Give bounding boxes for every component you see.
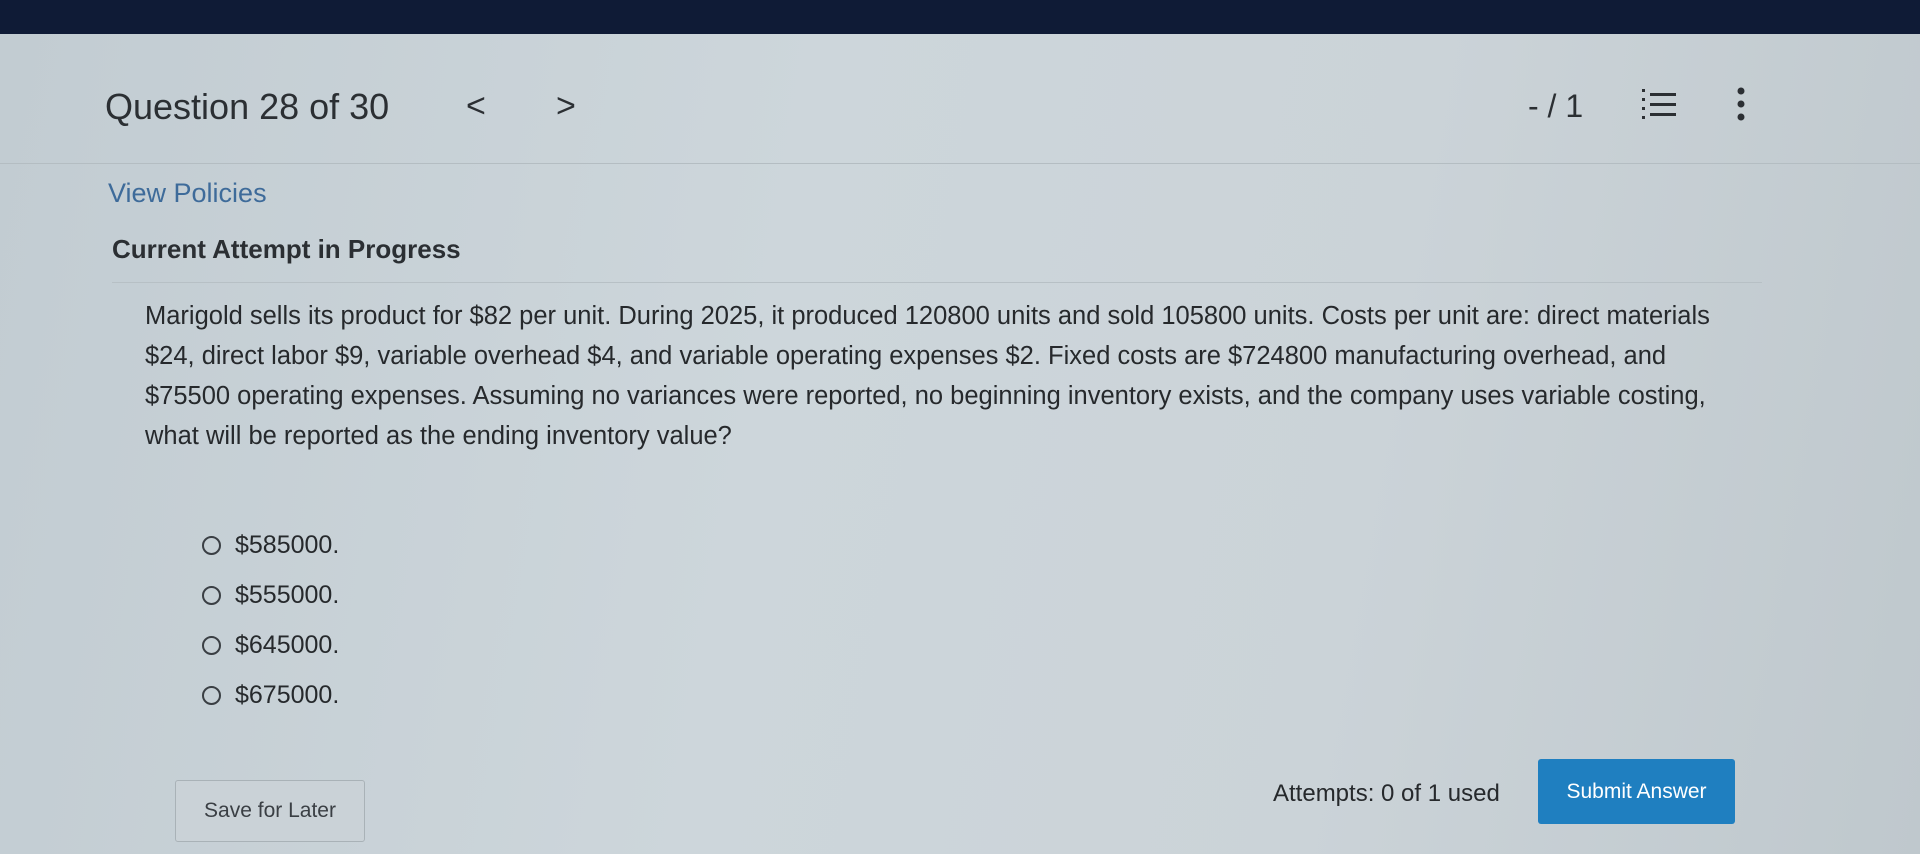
answer-option[interactable]: $645000. — [202, 620, 339, 670]
question-title: Question 28 of 30 — [105, 86, 390, 127]
option-label: $645000. — [235, 630, 340, 659]
option-label: $585000. — [235, 530, 340, 559]
attempts-counter: Attempts: 0 of 1 used — [1273, 780, 1500, 807]
attempt-heading: Current Attempt in Progress — [112, 234, 461, 264]
answer-option[interactable]: $675000. — [202, 670, 339, 720]
option-label: $555000. — [235, 580, 340, 609]
radio-button[interactable] — [202, 535, 221, 555]
quiz-screen: Question 28 of 30 < > - / 1 View Policie… — [0, 34, 1920, 854]
radio-button[interactable] — [202, 585, 221, 605]
view-policies-link[interactable]: View Policies — [108, 178, 267, 209]
submit-answer-button[interactable]: Submit Answer — [1538, 759, 1735, 824]
more-vertical-icon[interactable] — [1733, 84, 1749, 124]
score-display: - / 1 — [1528, 88, 1584, 124]
divider — [112, 282, 1762, 283]
previous-question-button[interactable]: < — [466, 86, 486, 126]
save-for-later-button[interactable]: Save for Later — [175, 780, 365, 842]
next-question-button[interactable]: > — [556, 86, 576, 126]
answer-option[interactable]: $585000. — [202, 520, 339, 570]
answer-option[interactable]: $555000. — [202, 570, 339, 620]
radio-button[interactable] — [202, 635, 221, 655]
question-header: Question 28 of 30 < > - / 1 — [0, 34, 1920, 164]
radio-button[interactable] — [202, 685, 221, 705]
answer-options: $585000. $555000. $645000. $675000. — [202, 520, 339, 720]
question-text: Marigold sells its product for $82 per u… — [145, 302, 1710, 450]
list-icon[interactable] — [1640, 84, 1680, 124]
option-label: $675000. — [235, 680, 340, 709]
